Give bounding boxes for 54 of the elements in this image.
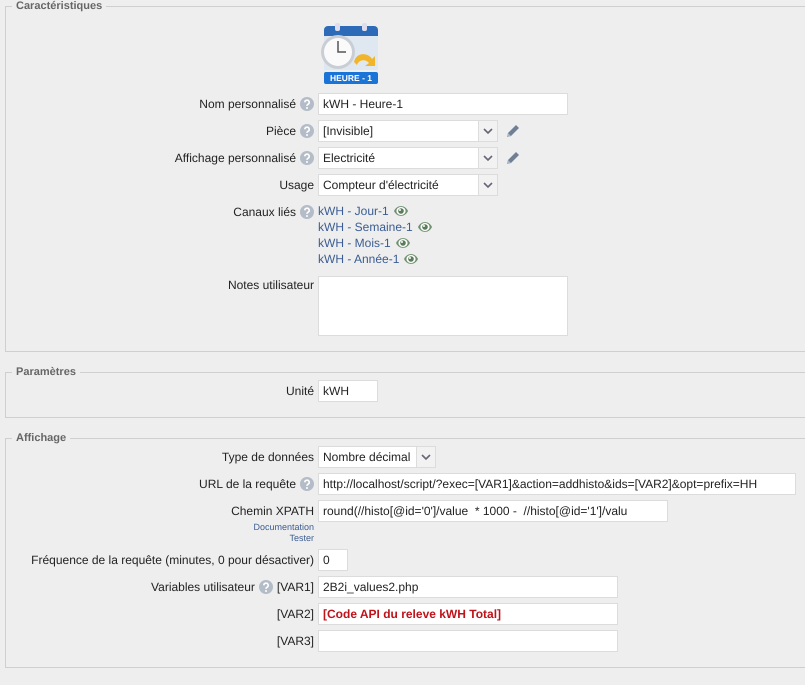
badge-label: HEURE - 1 — [324, 72, 378, 84]
notes-field[interactable] — [318, 276, 568, 336]
input-field[interactable]: http://localhost/script/?exec=[VAR1]&action=addhisto&ids=[VAR2]&opt=prefix=HH — [318, 473, 796, 495]
input-field[interactable]: 2B2i_values2.php — [318, 576, 618, 598]
field-label: Type de données — [222, 450, 314, 464]
field-label: [VAR3] — [276, 634, 314, 648]
channel-link[interactable]: kWH - Année-1 — [318, 252, 400, 266]
input-field[interactable]: 0 — [318, 549, 348, 571]
help-link[interactable]: Documentation — [253, 522, 314, 533]
field-label: [VAR1] — [276, 580, 314, 594]
pencil-icon[interactable] — [504, 123, 520, 139]
field-label: Variables utilisateur — [151, 580, 255, 594]
field-label: Fréquence de la requête (minutes, 0 pour désactiver) — [31, 553, 314, 567]
field-label: [VAR2] — [276, 607, 314, 621]
eye-icon[interactable] — [392, 205, 409, 217]
field-label: Nom personnalisé — [199, 97, 296, 111]
field-label: URL de la requête — [199, 477, 296, 491]
eye-icon[interactable] — [394, 237, 411, 249]
input-field[interactable]: [Code API du releve kWH Total] — [318, 603, 618, 625]
channel-link[interactable]: kWH - Semaine-1 — [318, 220, 413, 234]
field-label: Notes utilisateur — [228, 278, 314, 292]
input-field[interactable]: kWH - Heure-1 — [318, 93, 568, 115]
section-legend: Affichage — [12, 432, 70, 444]
help-icon[interactable] — [300, 151, 314, 165]
dropdown[interactable]: Electricité — [318, 147, 498, 169]
help-icon[interactable] — [300, 124, 314, 138]
field-label: Unité — [286, 384, 314, 398]
input-field[interactable]: round(//histo[@id='0']/value * 1000 - //histo[@id='1']/valu — [318, 500, 668, 522]
caret-icon — [421, 454, 431, 460]
input-field[interactable]: kWH — [318, 380, 378, 402]
pencil-icon[interactable] — [504, 150, 520, 166]
section-legend: Paramètres — [12, 366, 80, 378]
help-icon[interactable] — [300, 97, 314, 111]
channel-link[interactable]: kWH - Jour-1 — [318, 204, 389, 218]
channel-link[interactable]: kWH - Mois-1 — [318, 236, 391, 250]
eye-icon[interactable] — [403, 253, 420, 265]
caret-icon — [483, 154, 493, 162]
field-label: Canaux liés — [233, 205, 296, 219]
eye-icon[interactable] — [416, 221, 433, 233]
field-label: Affichage personnalisé — [174, 151, 296, 165]
caret-icon — [483, 128, 493, 134]
help-icon[interactable] — [300, 205, 314, 219]
field-label: Chemin XPATH — [231, 504, 314, 518]
dropdown[interactable]: Compteur d'électricité — [318, 174, 498, 196]
dropdown[interactable]: [Invisible] — [318, 120, 498, 142]
section-legend: Caractéristiques — [12, 0, 106, 12]
help-icon[interactable] — [300, 477, 314, 491]
field-label: Pièce — [266, 124, 296, 138]
help-link[interactable]: Tester — [289, 533, 314, 544]
dropdown[interactable]: Nombre décimal — [318, 446, 436, 468]
field-label: Usage — [279, 178, 314, 192]
input-field[interactable] — [318, 630, 618, 652]
caret-icon — [483, 182, 493, 188]
help-icon[interactable] — [258, 580, 273, 594]
